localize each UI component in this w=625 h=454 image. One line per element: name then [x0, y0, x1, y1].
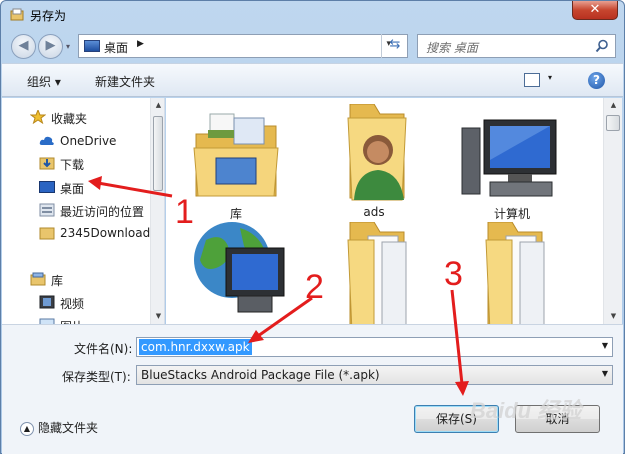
file-list: 库 ads 计算机: [166, 98, 603, 324]
hide-folders-toggle[interactable]: ▲ 隐藏文件夹: [20, 419, 98, 436]
window-title: 另存为: [30, 9, 67, 23]
scroll-down-icon[interactable]: ▼: [151, 309, 164, 324]
forward-button[interactable]: ▶: [38, 34, 63, 59]
breadcrumb-chevron-icon[interactable]: ▶: [137, 39, 144, 49]
library-icon: [30, 272, 46, 286]
library-folder-icon: [193, 113, 279, 197]
back-button[interactable]: ◀: [11, 34, 36, 59]
navigation-pane: 收藏夹 OneDrive 下载 桌面 最近访问的位置 2345Downloads…: [2, 98, 165, 324]
file-item-libraries[interactable]: 库: [176, 100, 296, 221]
documents-folder-icon: [347, 222, 407, 324]
documents-folder-icon: [485, 222, 545, 324]
nav-item-favorites[interactable]: 收藏夹: [2, 106, 152, 128]
desktop-icon: [39, 181, 55, 193]
toolbar: 组织 ▾ 新建文件夹 ▾ ?: [2, 63, 623, 97]
nav-item-label: 2345Downloads: [60, 226, 157, 240]
nav-item-label: 下载: [60, 158, 85, 172]
search-input[interactable]: 搜索 桌面: [417, 34, 616, 58]
star-icon: [30, 110, 46, 124]
view-dropdown-icon[interactable]: ▾: [548, 73, 552, 82]
annotation-number-3: 3: [444, 255, 463, 293]
scroll-up-icon[interactable]: ▲: [604, 98, 623, 113]
search-icon[interactable]: [595, 39, 609, 53]
file-item-folder[interactable]: [314, 214, 434, 324]
user-folder-icon: [347, 104, 407, 201]
watermark: Baidu 经验: [470, 398, 582, 423]
new-folder-button[interactable]: 新建文件夹: [95, 73, 155, 90]
nav-item-label: 收藏夹: [51, 112, 88, 126]
file-list-scrollbar[interactable]: ▲ ▼: [603, 98, 622, 324]
file-item-computer[interactable]: 计算机: [452, 100, 572, 221]
download-folder-icon: [39, 157, 55, 170]
filetype-label: 保存类型(T):: [62, 370, 131, 384]
nav-item-pictures[interactable]: 图片: [2, 314, 152, 324]
nav-item-label: 桌面: [60, 182, 85, 196]
organize-button[interactable]: 组织 ▾: [27, 73, 61, 90]
video-library-icon: [39, 295, 55, 309]
cloud-icon: [39, 136, 54, 145]
folder-icon: [39, 227, 55, 240]
filename-label: 文件名(N):: [74, 342, 133, 356]
file-list-scroll-thumb[interactable]: [606, 115, 620, 131]
desktop-icon: [84, 40, 100, 52]
nav-item-desktop[interactable]: 桌面: [2, 176, 152, 198]
hide-folders-label: 隐藏文件夹: [38, 421, 99, 435]
refresh-button[interactable]: ⇆: [381, 34, 408, 58]
nav-item-label: 库: [51, 274, 64, 288]
filename-field[interactable]: com.hnr.dxxw.apk ▼: [136, 337, 613, 357]
filename-value[interactable]: com.hnr.dxxw.apk: [139, 339, 252, 355]
save-options-panel: 文件名(N): com.hnr.dxxw.apk ▼ 保存类型(T): Blue…: [2, 324, 623, 454]
nav-item-onedrive[interactable]: OneDrive: [2, 130, 152, 152]
nav-item-label: OneDrive: [60, 134, 117, 148]
scroll-down-icon[interactable]: ▼: [604, 309, 623, 324]
nav-scrollbar[interactable]: ▲ ▼: [150, 98, 164, 324]
title-bar: 另存为 ✕: [1, 1, 624, 29]
save-as-dialog: 另存为 ✕ ◀ ▶ ▾ 桌面 ▶ ▾ ⇆ 搜索 桌面 组织 ▾ 新建文件夹 ▾ …: [0, 0, 625, 454]
nav-item-label: 最近访问的位置: [60, 205, 145, 219]
computer-icon: [461, 119, 557, 197]
scroll-up-icon[interactable]: ▲: [151, 98, 164, 113]
search-placeholder: 搜索 桌面: [426, 41, 478, 55]
help-icon[interactable]: ?: [588, 72, 605, 89]
network-icon: [194, 222, 285, 313]
nav-item-libraries[interactable]: 库: [2, 268, 152, 290]
file-item-folder[interactable]: [452, 214, 572, 324]
change-view-icon[interactable]: [524, 73, 540, 87]
file-item-ads[interactable]: ads: [314, 100, 434, 220]
nav-scroll-thumb[interactable]: [153, 116, 163, 191]
collapse-icon: ▲: [20, 421, 34, 436]
filename-dropdown-icon[interactable]: ▼: [602, 341, 608, 350]
recent-places-icon: [39, 203, 55, 217]
nav-item-videos[interactable]: 视频: [2, 291, 152, 313]
annotation-number-1: 1: [175, 193, 194, 231]
nav-item-recent-places[interactable]: 最近访问的位置: [2, 199, 152, 221]
nav-item-2345downloads[interactable]: 2345Downloads: [2, 222, 156, 244]
address-row: ◀ ▶ ▾ 桌面 ▶ ▾ ⇆ 搜索 桌面: [1, 29, 624, 63]
nav-item-label: 视频: [60, 297, 85, 311]
filetype-dropdown-icon[interactable]: ▼: [602, 369, 608, 378]
save-dialog-icon: [10, 8, 24, 21]
address-bar[interactable]: 桌面 ▶ ▾: [78, 34, 408, 58]
annotation-number-2: 2: [305, 268, 324, 306]
close-button[interactable]: ✕: [572, 1, 618, 20]
address-location[interactable]: 桌面: [104, 39, 128, 56]
recent-locations-dropdown[interactable]: ▾: [66, 42, 70, 51]
filetype-select[interactable]: BlueStacks Android Package File (*.apk) …: [136, 365, 613, 385]
file-item-network[interactable]: [176, 214, 296, 324]
filetype-value: BlueStacks Android Package File (*.apk): [141, 368, 380, 382]
nav-item-downloads[interactable]: 下载: [2, 152, 152, 174]
